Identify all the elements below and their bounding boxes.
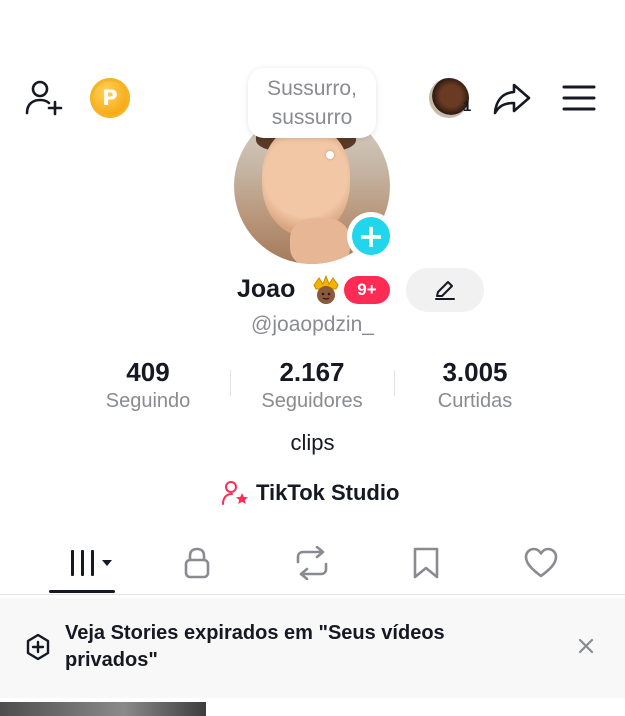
- stat-followers[interactable]: 2.167 Seguidores: [232, 357, 392, 415]
- profile-bio: clips: [290, 430, 335, 455]
- speech-bubble-line1: Sussurro,: [267, 77, 357, 100]
- profile-handle: @joaopdzin_: [251, 313, 374, 336]
- add-friend-icon[interactable]: [24, 78, 64, 118]
- tabs-divider: [0, 594, 625, 595]
- crown-icon: [310, 273, 342, 305]
- stat-divider: [230, 370, 231, 396]
- speech-bubble[interactable]: Sussurro, sussurro: [248, 68, 376, 138]
- speech-bubble-line2: sussurro: [271, 106, 353, 129]
- active-tab-indicator: [49, 590, 115, 593]
- plus-icon: +: [352, 217, 390, 255]
- lock-icon: [184, 547, 210, 579]
- bubble-tail-dot: [326, 151, 334, 159]
- stat-label: Seguidores: [261, 390, 363, 412]
- stat-value: 3.005: [442, 357, 508, 387]
- tab-favorites[interactable]: [391, 538, 461, 588]
- video-thumbnail[interactable]: [0, 702, 206, 716]
- profile-name: Joao: [237, 275, 296, 303]
- story-add-icon: [24, 633, 52, 661]
- stat-likes[interactable]: 3.005 Curtidas: [395, 357, 555, 415]
- heart-icon: [524, 547, 558, 578]
- friends-avatar-count: 1: [463, 98, 472, 115]
- stat-label: Curtidas: [437, 390, 513, 412]
- banner-text: Veja Stories expirados em "Seus vídeos p…: [65, 622, 445, 671]
- edit-profile-button[interactable]: [406, 268, 484, 312]
- tab-private[interactable]: [162, 538, 232, 588]
- coin-icon[interactable]: P: [90, 78, 130, 118]
- close-icon[interactable]: [574, 634, 598, 658]
- share-icon[interactable]: [492, 78, 532, 118]
- tab-liked[interactable]: [506, 538, 576, 588]
- tiktok-studio-link[interactable]: TikTok Studio: [222, 480, 399, 506]
- menu-icon[interactable]: [560, 80, 598, 116]
- tab-reposts[interactable]: [277, 538, 347, 588]
- stat-label: Seguindo: [105, 390, 191, 412]
- studio-label: TikTok Studio: [256, 480, 400, 505]
- stat-following[interactable]: 409 Seguindo: [68, 357, 228, 415]
- notification-badge[interactable]: 9+: [344, 276, 390, 304]
- stat-value: 409: [126, 357, 170, 387]
- pencil-icon: [435, 281, 455, 300]
- grid-icon: [71, 550, 112, 576]
- bookmark-icon: [413, 547, 439, 579]
- add-story-button[interactable]: +: [347, 212, 395, 260]
- stat-value: 2.167: [279, 357, 345, 387]
- repost-icon: [296, 546, 328, 580]
- studio-person-star-icon: [222, 481, 248, 505]
- tab-videos[interactable]: [52, 538, 122, 588]
